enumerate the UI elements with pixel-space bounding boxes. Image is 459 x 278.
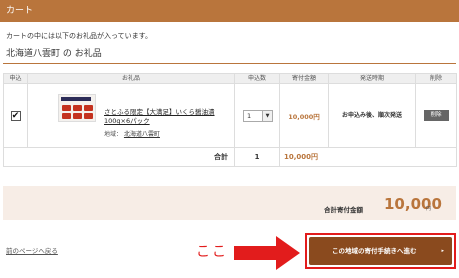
apply-checkbox[interactable]: ✔ — [10, 110, 21, 121]
column-header-amount: 寄付金額 — [279, 73, 329, 84]
back-link[interactable]: 前のページへ戻る — [6, 245, 58, 255]
quantity-select[interactable]: 1 ▼ — [243, 109, 273, 122]
ikura-pack — [73, 105, 82, 111]
ikura-pack — [84, 113, 93, 119]
item-amount: 10,000円 — [279, 83, 329, 148]
total-quantity: 1 — [234, 147, 280, 167]
region-title: 北海道八雲町 の お礼品 — [3, 47, 456, 64]
cart-intro-text: カートの中には以下のお礼品が入っています。 — [6, 32, 152, 40]
summary-label: 合計寄付金額 — [324, 206, 363, 214]
table-total-row: 合計 1 10,000円 — [3, 147, 457, 167]
table-header-row: 申込 お礼品 申込数 寄付金額 発送時期 削除 — [3, 73, 457, 84]
item-cell: さとふる限定【大満足】いくら醤油漬100g×6パック 地域： 北海道八雲町 — [27, 83, 235, 148]
summary-value: 10,000 — [384, 195, 442, 213]
table-row: ✔ さとふる限定【大満足】いくら醤油漬100g×6パック 地域： 北海道八雲町 — [3, 83, 457, 148]
red-arrow-icon — [234, 236, 300, 270]
cart-table: 申込 お礼品 申込数 寄付金額 発送時期 削除 ✔ さとふる限定【大満足】いくら… — [3, 73, 457, 167]
page-title: カート — [6, 6, 34, 16]
quantity-cell: 1 ▼ — [234, 83, 280, 148]
proceed-button[interactable]: この地域の寄付手続きへ進む ▸ — [309, 237, 452, 265]
column-header-quantity: 申込数 — [234, 73, 280, 84]
delete-cell: 削除 — [415, 83, 457, 148]
item-thumbnail[interactable] — [58, 94, 96, 122]
ikura-pack — [73, 113, 82, 119]
quantity-value: 1 — [247, 111, 252, 120]
column-header-apply: 申込 — [3, 73, 28, 84]
item-region: 地域： 北海道八雲町 — [104, 129, 160, 138]
column-header-delete: 削除 — [415, 73, 457, 84]
item-name-link[interactable]: さとふる限定【大満足】いくら醤油漬100g×6パック — [104, 108, 234, 126]
delete-button[interactable]: 削除 — [423, 110, 449, 121]
annotation-text: ここ — [196, 244, 228, 260]
proceed-highlight: この地域の寄付手続きへ進む ▸ — [305, 233, 456, 269]
ikura-pack — [62, 105, 71, 111]
summary-box: 合計寄付金額 10,000 円 — [3, 186, 456, 220]
shipping-status: お申込み後、順次発送 — [328, 83, 416, 148]
item-region-link[interactable]: 北海道八雲町 — [124, 131, 160, 138]
ikura-pack — [84, 105, 93, 111]
chevron-down-icon[interactable]: ▼ — [262, 110, 272, 121]
package-band — [61, 97, 91, 101]
ikura-pack — [62, 113, 71, 119]
item-region-label: 地域： — [104, 131, 123, 138]
apply-cell: ✔ — [3, 83, 28, 148]
summary-unit: 円 — [426, 206, 432, 212]
total-label: 合計 — [3, 147, 235, 167]
column-header-shipping: 発送時期 — [328, 73, 416, 84]
total-amount: 10,000円 — [279, 147, 457, 167]
cart-header: カート — [0, 0, 459, 22]
column-header-item: お礼品 — [27, 73, 235, 84]
play-icon: ▸ — [441, 248, 444, 254]
proceed-button-label: この地域の寄付手続きへ進む — [332, 247, 417, 255]
